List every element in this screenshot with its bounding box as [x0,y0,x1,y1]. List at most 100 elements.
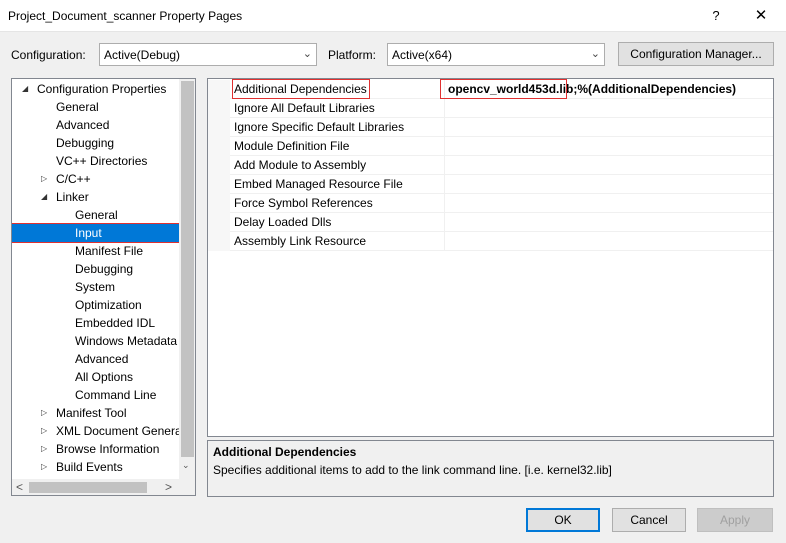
property-row[interactable]: Embed Managed Resource File [208,175,773,194]
configuration-label: Configuration: [11,48,86,62]
help-button[interactable]: ? [702,6,730,26]
column-separator [444,80,445,99]
tree-item-label: Manifest File [75,244,144,258]
row-gutter [208,118,230,137]
tree-item[interactable]: General [12,206,178,224]
tree-item-label: System [75,280,116,294]
tree-item-label: XML Document Genera [56,424,182,438]
tree-item-label: Build Events [56,460,123,474]
property-name: Module Definition File [234,139,350,153]
property-row[interactable]: Add Module to Assembly [208,156,773,175]
tree-item[interactable]: ◢ Configuration Properties [12,80,178,98]
expand-arrow-icon[interactable]: ▷ [41,404,47,422]
tree-item[interactable]: ▷ Build Events [12,458,178,476]
tree-item-label: Browse Information [56,442,160,456]
tree-item[interactable]: System [12,278,178,296]
property-name: Ignore Specific Default Libraries [234,120,405,134]
expand-arrow-icon[interactable]: ▷ [41,422,47,440]
configuration-combo[interactable]: Active(Debug) ⌄ [99,43,317,66]
property-row[interactable]: Module Definition File [208,137,773,156]
row-gutter [208,175,230,194]
expand-arrow-icon[interactable]: ▷ [41,458,47,476]
tree-item-label: Debugging [75,262,134,276]
configuration-manager-button[interactable]: Configuration Manager... [618,42,774,66]
column-separator [444,232,445,251]
property-row[interactable]: Force Symbol References [208,194,773,213]
expand-arrow-icon[interactable]: ▷ [41,440,47,458]
tree-item[interactable]: Debugging [12,260,178,278]
tree-item-label: Optimization [75,298,142,312]
tree-item[interactable]: Command Line [12,386,178,404]
tree-item[interactable]: General [12,98,178,116]
tree-item[interactable]: All Options [12,368,178,386]
collapse-arrow-icon[interactable]: ◢ [41,188,47,206]
ok-button[interactable]: OK [526,508,600,532]
column-separator [444,99,445,118]
property-row[interactable]: Ignore Specific Default Libraries [208,118,773,137]
tree-item[interactable]: ▷ XML Document Genera [12,422,182,440]
tree-item[interactable]: VC++ Directories [12,152,178,170]
property-name: Ignore All Default Libraries [234,101,375,115]
tree-item[interactable]: Embedded IDL [12,314,178,332]
column-separator [444,118,445,137]
row-gutter [208,213,230,232]
property-name: Delay Loaded Dlls [234,215,332,229]
scroll-left-icon[interactable]: < [16,480,23,494]
property-name: Embed Managed Resource File [234,177,403,191]
tree-item[interactable]: ◢ Linker [12,188,178,206]
row-gutter [208,232,230,251]
tree-item[interactable]: ▷ Browse Information [12,440,178,458]
platform-combo[interactable]: Active(x64) ⌄ [387,43,605,66]
scrollbar-thumb[interactable] [181,81,194,457]
property-row[interactable]: Additional Dependencies opencv_world453d.… [208,80,773,99]
tree-item-label: Linker [56,190,89,204]
expand-arrow-icon[interactable]: ▷ [41,170,47,188]
apply-button[interactable]: Apply [697,508,773,532]
column-separator [444,213,445,232]
tree-item[interactable]: Advanced [12,350,178,368]
cancel-button[interactable]: Cancel [612,508,686,532]
description-body: Specifies additional items to add to the… [213,463,612,477]
property-value[interactable]: opencv_world453d.lib;%(AdditionalDepende… [448,82,736,96]
property-name: Additional Dependencies [234,82,367,96]
tree-item[interactable]: Debugging [12,134,178,152]
property-row[interactable]: Assembly Link Resource [208,232,773,251]
tree-horizontal-scrollbar[interactable]: < > [12,479,179,495]
scroll-right-icon[interactable]: > [165,480,172,494]
tree-vertical-scrollbar[interactable]: ⌄ [179,79,195,479]
column-separator [444,137,445,156]
title-bar: Project_Document_scanner Property Pages … [0,0,786,32]
column-separator [444,156,445,175]
close-button[interactable]: ✕ [746,6,776,26]
platform-value: Active(x64) [392,48,453,62]
row-gutter [208,99,230,118]
tree-item-label: General [75,208,118,222]
tree-item-label: Embedded IDL [75,316,156,330]
tree-item[interactable]: ▷ Manifest Tool [12,404,178,422]
tree-item[interactable]: Advanced [12,116,178,134]
property-name: Force Symbol References [234,196,373,210]
tree-item-label: Debugging [56,136,115,150]
property-row[interactable]: Ignore All Default Libraries [208,99,773,118]
tree-item-label: Advanced [56,118,110,132]
collapse-arrow-icon[interactable]: ◢ [22,80,28,98]
tree-item[interactable]: ▷ C/C++ [12,170,178,188]
chevron-down-icon: ⌄ [302,48,312,60]
configuration-value: Active(Debug) [104,48,181,62]
tree-item-label: Configuration Properties [37,82,167,96]
scroll-down-icon[interactable]: ⌄ [182,460,190,471]
property-row[interactable]: Delay Loaded Dlls [208,213,773,232]
chevron-down-icon: ⌄ [590,48,600,60]
tree-item[interactable]: Windows Metadata [12,332,178,350]
tree-item[interactable]: Manifest File [12,242,178,260]
property-tree[interactable]: ◢ Configuration Properties General Advanced… [11,78,196,496]
tree-item-label: Command Line [75,388,157,402]
tree-item[interactable]: Input [12,223,181,243]
row-gutter [208,194,230,213]
description-title: Additional Dependencies [213,445,357,459]
tree-item-label: Advanced [75,352,129,366]
column-separator [444,175,445,194]
scrollbar-thumb[interactable] [29,482,147,493]
property-grid[interactable]: Additional Dependencies opencv_world453d.… [207,78,774,437]
tree-item[interactable]: Optimization [12,296,178,314]
